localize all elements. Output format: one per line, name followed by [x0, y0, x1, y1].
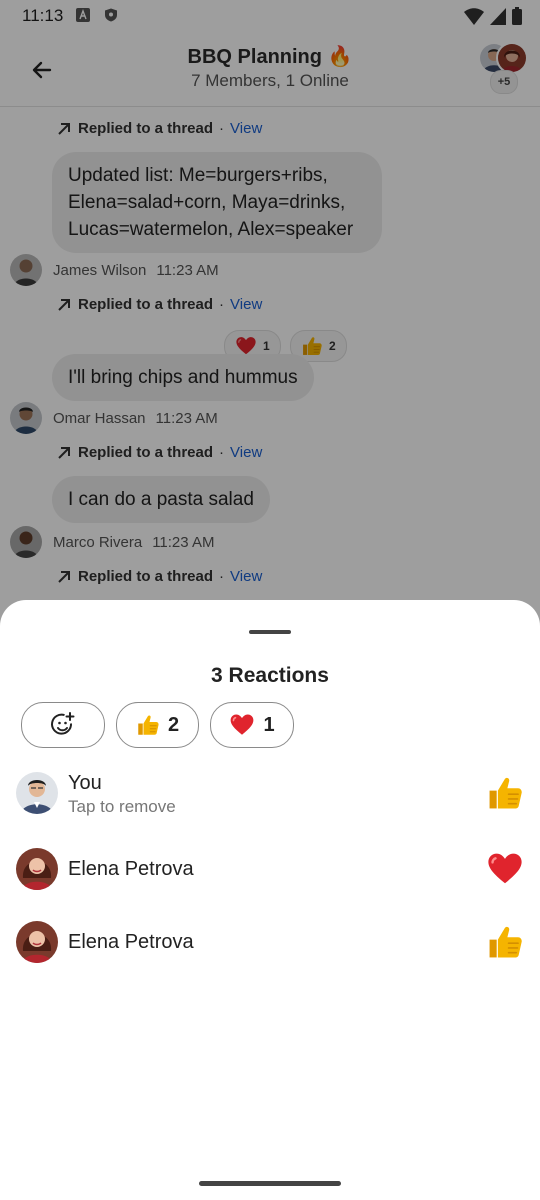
avatar	[16, 848, 58, 890]
filter-heart[interactable]: 1	[210, 702, 294, 748]
drag-handle[interactable]	[249, 630, 291, 634]
add-reaction-button[interactable]	[21, 702, 105, 748]
heart-icon	[486, 850, 524, 888]
reaction-row: Elena Petrova	[0, 840, 540, 900]
screen: 11:13 BBQ Planning 🔥 7 Members, 1 Online	[0, 0, 540, 1200]
reactor-name: You	[68, 772, 102, 794]
sheet-title: 3 Reactions	[211, 664, 329, 687]
filter-thumbs-up[interactable]: 2	[116, 702, 199, 748]
home-indicator[interactable]	[199, 1181, 341, 1186]
reaction-row-you[interactable]: You Tap to remove	[0, 764, 540, 824]
reaction-row: Elena Petrova	[0, 913, 540, 973]
reactor-name: Elena Petrova	[68, 858, 194, 880]
reactor-name: Elena Petrova	[68, 931, 194, 953]
thumbs-up-icon	[486, 923, 524, 961]
heart-icon	[229, 712, 255, 738]
add-reaction-icon	[51, 712, 75, 735]
avatar	[16, 921, 58, 963]
reaction-filters: 2 1	[21, 702, 294, 748]
avatar	[16, 772, 58, 814]
reactions-bottom-sheet: 3 Reactions 2 1 You Tap to remove Elena …	[0, 600, 540, 1200]
thumbs-up-icon	[136, 713, 160, 737]
filter-count: 2	[167, 713, 180, 736]
thumbs-up-icon	[486, 774, 524, 812]
remove-hint: Tap to remove	[68, 797, 176, 816]
filter-count: 1	[263, 713, 275, 736]
